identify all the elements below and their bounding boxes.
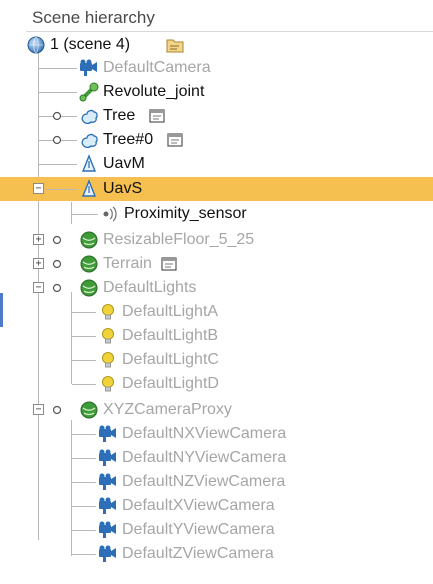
camera-icon [98,496,118,516]
tree-item-defaultnzviewcamera[interactable]: DefaultNZViewCamera [0,470,433,494]
camera-icon [98,520,118,540]
tree-item-resizablefloor[interactable]: + ResizableFloor_5_25 [0,228,433,252]
tree-item-label: UavS [103,180,143,197]
tree-item-label: DefaultNXViewCamera [122,425,287,442]
tree-item-label: UavM [103,155,145,172]
tree-line [72,434,96,435]
tree-item-label: Terrain [103,255,152,272]
tree-line [72,336,96,337]
tree-line [72,360,96,361]
tree-item-label: Revolute_joint [103,83,205,100]
camera-icon [79,58,99,78]
visibility-dot-icon[interactable] [52,405,62,415]
tree-line [72,482,96,483]
tree-item-label: DefaultXViewCamera [122,497,275,514]
tree-item-label: DefaultLightB [122,327,219,344]
tree-item-label: DefaultCamera [103,59,211,76]
tree-root-label: 1 (scene 4) [50,36,131,53]
camera-icon [98,472,118,492]
tree-item-defaultnyviewcamera[interactable]: DefaultNYViewCamera [0,446,433,470]
tree-item-label: DefaultLights [103,279,197,296]
tree-line [39,164,77,165]
tree-line [72,554,96,555]
model-icon [79,230,99,250]
visibility-dot-icon[interactable] [52,111,62,121]
expand-toggle[interactable]: + [33,234,44,245]
model-icon [79,400,99,420]
shape-icon [79,130,99,150]
camera-icon [98,544,118,564]
scene-tree: 1 (scene 4) DefaultCamera Revolute_joint [0,0,433,584]
camera-icon [98,424,118,444]
tree-line [72,214,98,215]
collapse-toggle[interactable]: − [33,183,44,194]
script-icon[interactable] [166,132,184,148]
tree-item-label: Proximity_sensor [124,205,247,222]
tree-line [39,68,77,69]
model-icon [79,254,99,274]
folder-script-icon[interactable] [166,37,184,53]
collapse-toggle[interactable]: − [33,282,44,293]
tree-line [72,506,96,507]
tree-item-defaultnxviewcamera[interactable]: DefaultNXViewCamera [0,422,433,446]
tree-item-defaultlightc[interactable]: DefaultLightC [0,348,433,372]
expand-toggle[interactable]: + [33,258,44,269]
tree-item-tree[interactable]: Tree [0,104,433,128]
visibility-dot-icon[interactable] [52,259,62,269]
tree-item-defaultyviewcamera[interactable]: DefaultYViewCamera [0,518,433,542]
tree-item-defaultxviewcamera[interactable]: DefaultXViewCamera [0,494,433,518]
visibility-dot-icon[interactable] [52,235,62,245]
tree-item-uavm[interactable]: UavM [0,152,433,176]
tree-item-defaultlights[interactable]: − DefaultLights [0,276,433,300]
tree-item-revolute-joint[interactable]: Revolute_joint [0,80,433,104]
tree-line [45,189,77,190]
uav-icon [79,154,99,174]
tree-item-xyzcameraproxy[interactable]: − XYZCameraProxy [0,398,433,422]
uav-icon [79,179,99,199]
tree-item-label: Tree [103,107,136,124]
tree-item-defaultlightb[interactable]: DefaultLightB [0,324,433,348]
tree-item-defaultlighta[interactable]: DefaultLightA [0,300,433,324]
visibility-dot-icon[interactable] [52,283,62,293]
tree-item-defaultzviewcamera[interactable]: DefaultZViewCamera [0,542,433,566]
script-icon[interactable] [160,256,178,272]
light-icon [98,374,118,394]
tree-item-uavs[interactable]: − UavS [0,177,433,201]
light-icon [98,350,118,370]
tree-item-label: Tree#0 [103,131,154,148]
shape-icon [79,106,99,126]
tree-item-label: DefaultNYViewCamera [122,449,287,466]
scene-hierarchy-panel: Scene hierarchy 1 (scene 4) DefaultCamer… [0,0,433,584]
proximity-sensor-icon [100,204,120,224]
joint-icon [79,82,99,102]
tree-item-label: DefaultLightC [122,351,219,368]
tree-line [39,92,77,93]
script-icon[interactable] [148,108,166,124]
tree-item-defaultcamera[interactable]: DefaultCamera [0,56,433,80]
tree-item-label: DefaultYViewCamera [122,521,275,538]
tree-item-tree-0[interactable]: Tree#0 [0,128,433,152]
tree-item-defaultlightd[interactable]: DefaultLightD [0,372,433,396]
visibility-dot-icon[interactable] [52,135,62,145]
tree-line [72,530,96,531]
tree-line [72,384,96,385]
tree-item-label: DefaultNZViewCamera [122,473,286,490]
tree-item-terrain[interactable]: + Terrain [0,252,433,276]
tree-item-proximity-sensor[interactable]: Proximity_sensor [0,202,433,226]
tree-item-label: DefaultLightD [122,375,219,392]
tree-line [72,312,96,313]
collapse-toggle[interactable]: − [33,404,44,415]
tree-line [72,458,96,459]
globe-icon [26,35,46,55]
tree-item-label: XYZCameraProxy [103,401,232,418]
light-icon [98,326,118,346]
tree-item-label: DefaultLightA [122,303,219,320]
light-icon [98,302,118,322]
camera-icon [98,448,118,468]
model-icon [79,278,99,298]
tree-item-label: DefaultZViewCamera [122,545,274,562]
tree-root-row[interactable]: 1 (scene 4) [0,33,433,57]
tree-item-label: ResizableFloor_5_25 [103,231,255,248]
